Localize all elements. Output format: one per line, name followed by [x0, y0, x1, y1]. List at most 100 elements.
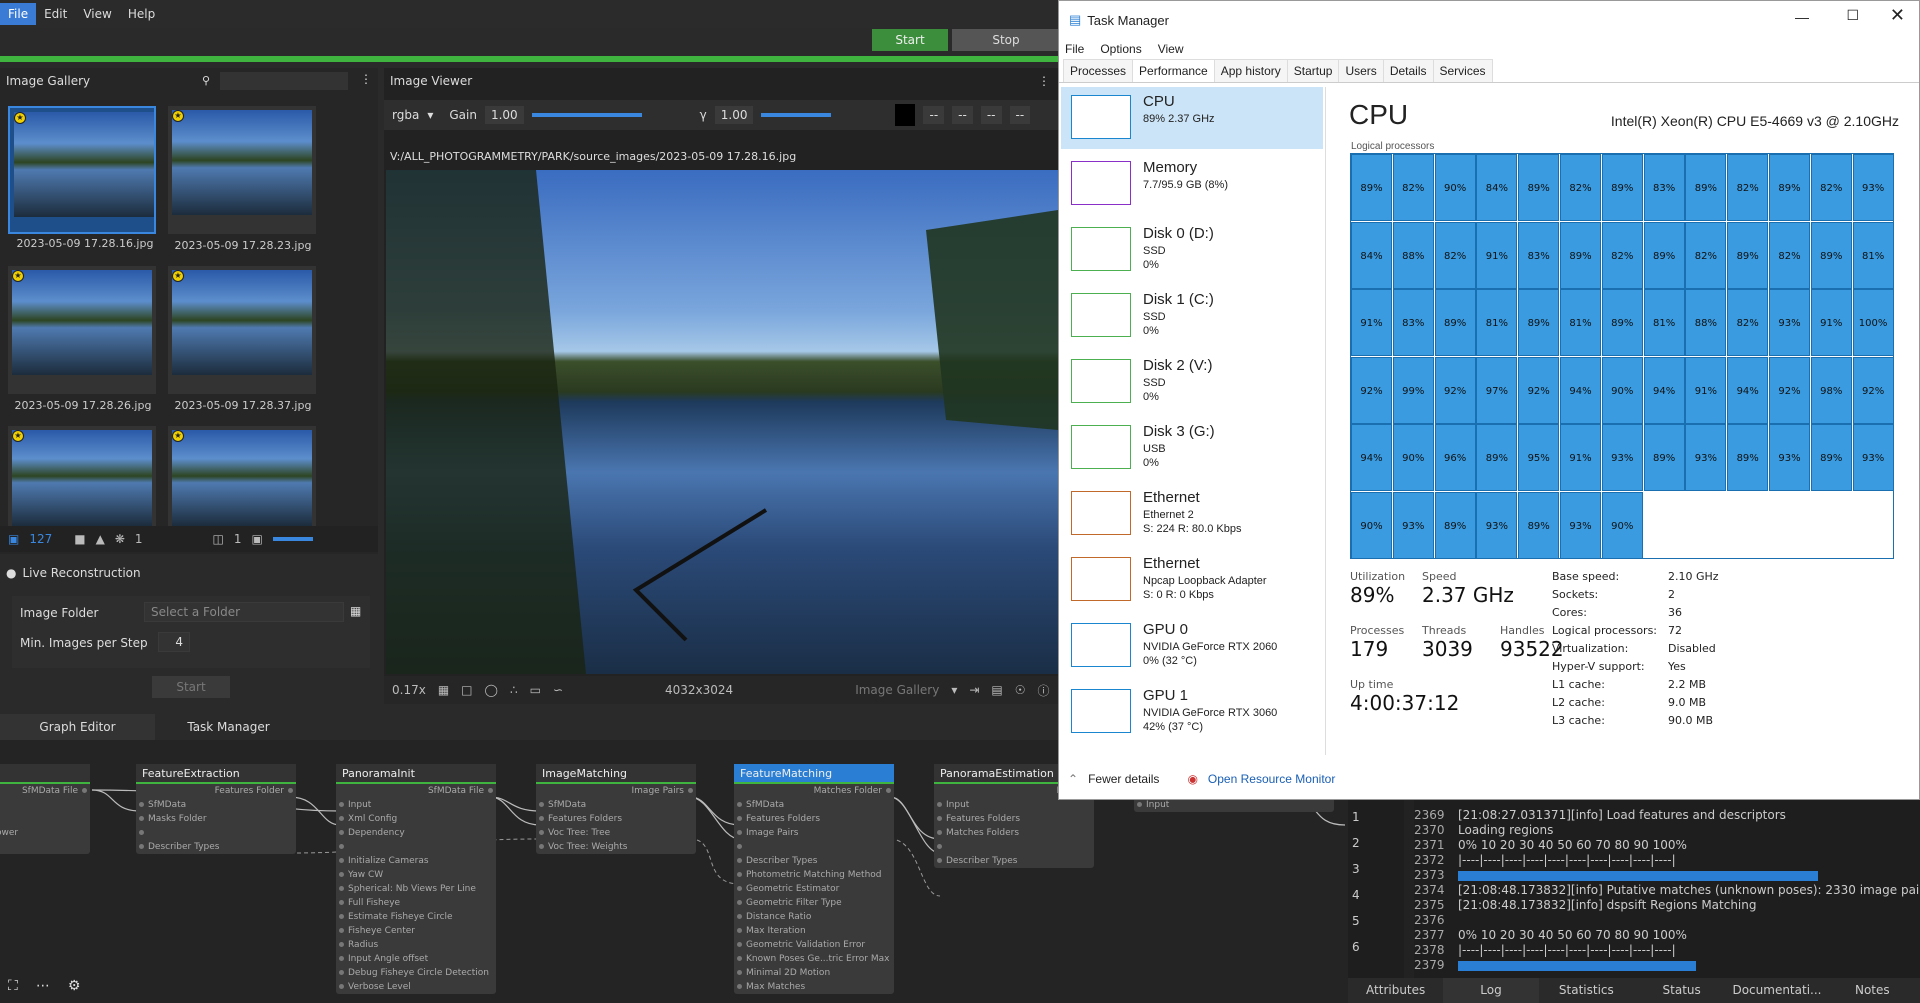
- chunk-item[interactable]: 3: [1352, 862, 1360, 876]
- thumbnail-size-slider[interactable]: [272, 537, 313, 541]
- chunk-item[interactable]: 6: [1352, 940, 1360, 954]
- close-icon[interactable]: ✕: [1890, 5, 1905, 26]
- node-port[interactable]: Fisheye Center: [336, 924, 496, 938]
- tm-tab-performance[interactable]: Performance: [1132, 59, 1215, 82]
- tm-menu-options[interactable]: Options: [1100, 42, 1141, 56]
- node-port[interactable]: Minimal 2D Motion: [734, 966, 894, 980]
- stack-icon[interactable]: ◫: [213, 532, 224, 546]
- live-header[interactable]: ● Live Reconstruction: [0, 560, 378, 586]
- node-port[interactable]: Input: [934, 798, 1094, 812]
- node-port[interactable]: Image Pairs: [734, 826, 894, 840]
- node-port[interactable]: Debug Fisheye Circle Detection: [336, 966, 496, 980]
- node-port[interactable]: Features Folders: [934, 812, 1094, 826]
- perf-item[interactable]: Disk 3 (G:) USB 0%: [1061, 417, 1323, 479]
- hatch-icon[interactable]: ▦: [438, 683, 449, 697]
- node-port[interactable]: [934, 840, 1094, 854]
- node-port[interactable]: Geometric Estimator: [734, 882, 894, 896]
- chunk-item[interactable]: 5: [1352, 914, 1360, 928]
- node-port[interactable]: SfMData: [536, 798, 696, 812]
- node-port[interactable]: Input: [336, 798, 496, 812]
- node-port[interactable]: Matches Folder: [734, 784, 894, 798]
- circle-icon[interactable]: ◯: [485, 683, 498, 697]
- perf-item[interactable]: GPU 1 NVIDIA GeForce RTX 3060 42% (37 °C): [1061, 681, 1323, 743]
- thumbnail-6[interactable]: ★: [168, 426, 316, 526]
- perf-item[interactable]: Disk 2 (V:) SSD 0%: [1061, 351, 1323, 413]
- export-icon[interactable]: ⇥: [969, 683, 979, 697]
- tm-menu-view[interactable]: View: [1158, 42, 1184, 56]
- chevron-up-icon[interactable]: ⌃: [1068, 772, 1078, 786]
- menu-file[interactable]: File: [0, 3, 37, 25]
- node-port[interactable]: Xml Config: [336, 812, 496, 826]
- node-port[interactable]: Describer Types: [136, 840, 296, 854]
- tm-tab-app-history[interactable]: App history: [1213, 59, 1288, 82]
- node-port[interactable]: Input Angle offset: [336, 952, 496, 966]
- tm-tab-startup[interactable]: Startup: [1286, 59, 1340, 82]
- gain-slider[interactable]: [531, 113, 642, 117]
- graph-node[interactable]: ImageMatching Image Pairs SfMData Features …: [536, 764, 696, 854]
- histogram-icon[interactable]: ▤: [991, 683, 1002, 697]
- points-icon[interactable]: ∴: [510, 683, 518, 697]
- tab-statistics[interactable]: Statistics: [1539, 978, 1634, 1003]
- node-port[interactable]: Space: [0, 840, 90, 854]
- menu-edit[interactable]: Edit: [36, 3, 75, 25]
- node-port[interactable]: Verbose Level: [336, 980, 496, 994]
- start-button[interactable]: Start: [872, 29, 948, 51]
- node-port[interactable]: Max Matches: [734, 980, 894, 994]
- node-port[interactable]: Estimate Fisheye Circle: [336, 910, 496, 924]
- chunk-item[interactable]: 2: [1352, 836, 1360, 850]
- node-port[interactable]: [336, 840, 496, 854]
- thumbnail-1[interactable]: ★ 2023-05-09 17.28.16.jpg: [8, 106, 156, 250]
- node-port[interactable]: SfMData: [734, 798, 894, 812]
- node-port[interactable]: Distance Ratio: [734, 910, 894, 924]
- node-port[interactable]: Voc Tree: Tree: [536, 826, 696, 840]
- channel-select[interactable]: rgba: [392, 108, 419, 122]
- node-port[interactable]: Matches Folders: [934, 826, 1094, 840]
- tm-menu-file[interactable]: File: [1065, 42, 1084, 56]
- node-port[interactable]: Features Folders: [734, 812, 894, 826]
- resource-monitor-link[interactable]: Open Resource Monitor: [1208, 772, 1335, 786]
- tab-notes[interactable]: Notes: [1825, 978, 1920, 1003]
- chevron-down-icon[interactable]: ▾: [951, 683, 957, 697]
- node-port[interactable]: SfMData File: [336, 784, 496, 798]
- camera-off-icon[interactable]: ▲: [96, 532, 105, 546]
- tm-tab-processes[interactable]: Processes: [1063, 59, 1134, 82]
- node-port[interactable]: Masks Folder: [136, 812, 296, 826]
- perf-item[interactable]: Disk 0 (D:) SSD 0%: [1061, 219, 1323, 281]
- perf-item[interactable]: Disk 1 (C:) SSD 0%: [1061, 285, 1323, 347]
- tm-tab-users[interactable]: Users: [1338, 59, 1384, 82]
- main-image[interactable]: [386, 170, 1058, 674]
- chunk-item[interactable]: 4: [1352, 888, 1360, 902]
- frame-icon[interactable]: □: [461, 683, 472, 697]
- aperture-icon[interactable]: ❋: [115, 532, 125, 546]
- images-icon[interactable]: ▣: [8, 532, 19, 546]
- perf-item[interactable]: Ethernet Npcap Loopback Adapter S: 0 R: 0 …: [1061, 549, 1323, 611]
- tm-tab-details[interactable]: Details: [1382, 59, 1434, 82]
- node-port[interactable]: Max Iteration: [734, 924, 894, 938]
- node-port[interactable]: Features Folders: [536, 812, 696, 826]
- graph-node[interactable]: geSfMData File ocketsitization PowerSpace: [0, 764, 90, 854]
- chunk-item[interactable]: 1: [1352, 810, 1360, 824]
- gamma-value[interactable]: 1.00: [714, 106, 754, 124]
- node-port[interactable]: Dependency: [336, 826, 496, 840]
- node-port[interactable]: ockets: [0, 812, 90, 826]
- perf-item[interactable]: CPU 89% 2.37 GHz: [1061, 87, 1323, 149]
- perf-item[interactable]: Memory 7.7/95.9 GB (8%): [1061, 153, 1323, 215]
- node-port[interactable]: itization Power: [0, 826, 90, 840]
- node-port[interactable]: Yaw CW: [336, 868, 496, 882]
- node-port[interactable]: Geometric Filter Type: [734, 896, 894, 910]
- stop-button[interactable]: Stop: [952, 29, 1060, 51]
- node-port[interactable]: [0, 798, 90, 812]
- node-port[interactable]: Geometric Validation Error: [734, 938, 894, 952]
- min-images-input[interactable]: 4: [158, 632, 190, 652]
- camera-icon[interactable]: ■: [74, 532, 85, 546]
- node-port[interactable]: Photometric Matching Method: [734, 868, 894, 882]
- gamma-slider[interactable]: [761, 113, 832, 117]
- node-port[interactable]: Describer Types: [934, 854, 1094, 868]
- graph-node[interactable]: PanoramaInit SfMData File Input Xml Config D…: [336, 764, 496, 994]
- tab-status[interactable]: Status: [1634, 978, 1729, 1003]
- viewer-source-select[interactable]: Image Gallery: [855, 683, 939, 697]
- node-port[interactable]: SfMData: [136, 798, 296, 812]
- viewer-menu-icon[interactable]: ⋮: [1038, 74, 1050, 88]
- thumbnail-3[interactable]: ★ 2023-05-09 17.28.26.jpg: [8, 266, 156, 412]
- chevron-down-icon[interactable]: ▾: [427, 108, 433, 122]
